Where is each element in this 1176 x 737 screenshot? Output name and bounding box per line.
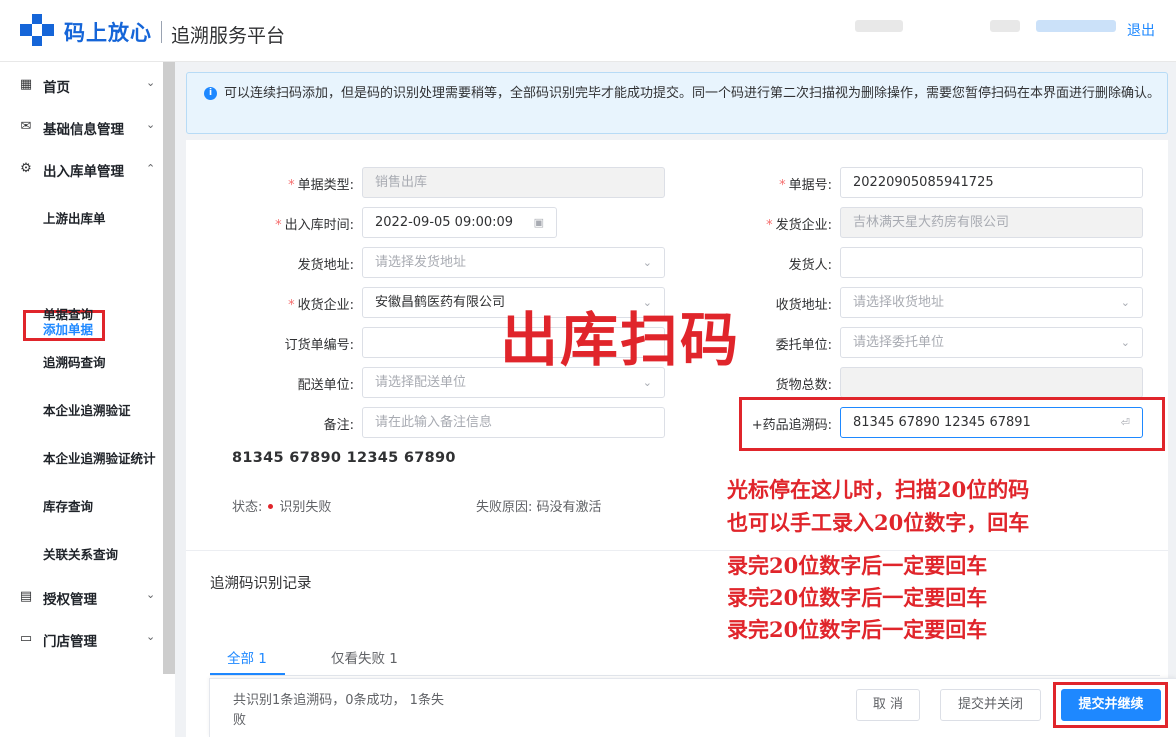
order-no-label: 订货单编号:	[284, 338, 354, 353]
ship-company-input: 吉林满天星大药房有限公司	[840, 207, 1143, 238]
sidebar-item-label: 出入库单管理	[43, 164, 124, 180]
tab-active-indicator	[210, 673, 285, 675]
delivery-label: 配送单位:	[297, 378, 354, 393]
annotation-title: 出库扫码	[500, 306, 741, 374]
sidebar-subitem-verify[interactable]: 本企业追溯验证	[43, 400, 131, 419]
sidebar-item-home[interactable]: ▦ 首页 ⌄	[0, 70, 163, 100]
tab-all[interactable]: 全部 1	[227, 647, 267, 667]
user-company-blurred	[855, 20, 903, 32]
sidebar-item-auth[interactable]: ▤ 授权管理 ⌄	[0, 582, 163, 612]
submit-close-button[interactable]: 提交并关闭	[940, 689, 1041, 721]
logo-icon	[20, 14, 54, 48]
tab-failed-only[interactable]: 仅看失败 1	[331, 647, 398, 667]
remark-label: 备注:	[323, 418, 354, 433]
annotation-line: 录完20位数字后一定要回车	[727, 553, 988, 578]
sidebar-item-store[interactable]: ▭ 门店管理 ⌄	[0, 624, 163, 654]
total-input	[840, 367, 1143, 398]
sidebar: ▦ 首页 ⌄ ✉ 基础信息管理 ⌄ ⚙ 出入库单管理 ⌃ 上游出库单 添加单据 …	[0, 62, 163, 737]
scan-status: 状态: 识别失败	[232, 500, 332, 515]
logout-link[interactable]: 退出	[1127, 20, 1155, 40]
document-icon: ▤	[19, 589, 33, 604]
chevron-up-icon: ⌃	[146, 162, 156, 175]
recv-address-select[interactable]: 请选择收货地址 ⌄	[840, 287, 1143, 318]
annotation-line: 录完20位数字后一定要回车	[727, 617, 988, 642]
shipper-label: 发货人:	[788, 258, 832, 273]
sidebar-subitem-verify-stats[interactable]: 本企业追溯验证统计	[43, 448, 156, 467]
submit-continue-button[interactable]: 提交并继续	[1061, 689, 1161, 721]
chevron-down-icon: ⌄	[146, 118, 156, 131]
status-dot-icon	[268, 504, 274, 509]
sidebar-subitem-stock[interactable]: 库存查询	[43, 496, 93, 515]
sidebar-item-inout[interactable]: ⚙ 出入库单管理 ⌃	[0, 154, 163, 184]
sidebar-item-basic-info[interactable]: ✉ 基础信息管理 ⌄	[0, 112, 163, 142]
scan-summary: 共识别1条追溯码，0条成功， 1条失败	[233, 693, 444, 728]
gear-icon: ⚙	[20, 161, 32, 176]
calendar-icon: ▣	[533, 216, 544, 229]
action-footer: 共识别1条追溯码，0条成功， 1条失败 取 消 提交并关闭 提交并继续	[209, 678, 1176, 737]
doc-type-select: 销售出库	[362, 167, 665, 198]
shipper-input[interactable]	[840, 247, 1143, 278]
info-alert: i 可以连续扫码添加，但是码的识别处理需要稍等，全部码识别完毕才能成功提交。同一…	[186, 72, 1168, 134]
sidebar-subitem-doc-query[interactable]: 单据查询	[43, 304, 93, 323]
sidebar-item-label: 授权管理	[43, 592, 97, 608]
records-title: 追溯码识别记录	[210, 576, 312, 592]
annotation-line: 也可以手工录入20位数字，回车	[727, 510, 1030, 535]
brand-name: 码上放心	[64, 21, 152, 45]
user-phone-blurred	[1036, 20, 1116, 32]
trace-code-highlight	[739, 397, 1165, 451]
sidebar-item-label: 门店管理	[43, 634, 97, 650]
recv-company-label: * 收货企业:	[288, 298, 354, 313]
remark-input[interactable]: 请在此输入备注信息	[362, 407, 665, 438]
chevron-down-icon: ⌄	[1120, 296, 1130, 309]
total-label: 货物总数:	[775, 378, 832, 393]
ship-address-label: 发货地址:	[297, 258, 354, 273]
top-header: 码上放心 追溯服务平台 退出	[0, 0, 1176, 62]
app-window: 码上放心 追溯服务平台 退出 ▦ 首页 ⌄ ✉ 基础信息管理 ⌄ ⚙ 出入库单管…	[0, 0, 1176, 737]
folder-icon: ▭	[19, 631, 33, 646]
chevron-down-icon: ⌄	[146, 588, 156, 601]
ship-company-label: * 发货企业:	[766, 218, 832, 233]
io-time-label: * 出入库时间:	[275, 218, 354, 233]
annotation-line: 录完20位数字后一定要回车	[727, 585, 988, 610]
recv-address-label: 收货地址:	[775, 298, 832, 313]
user-label-blurred	[990, 20, 1020, 32]
entrust-select[interactable]: 请选择委托单位 ⌄	[840, 327, 1143, 358]
sidebar-subitem-trace-query[interactable]: 追溯码查询	[43, 352, 106, 371]
sidebar-scrollbar[interactable]	[163, 62, 175, 674]
info-icon: i	[204, 87, 217, 100]
sidebar-subitem-relation[interactable]: 关联关系查询	[43, 544, 118, 563]
alert-text: 可以连续扫码添加，但是码的识别处理需要稍等，全部码识别完毕才能成功提交。同一个码…	[224, 86, 1161, 101]
chevron-down-icon: ⌄	[146, 76, 156, 89]
brand-divider	[161, 21, 162, 43]
chevron-down-icon: ⌄	[642, 256, 652, 269]
sidebar-item-label: 首页	[43, 80, 70, 96]
mail-icon: ✉	[20, 119, 32, 134]
entrust-label: 委托单位:	[775, 338, 832, 353]
sidebar-item-label: 基础信息管理	[43, 122, 124, 138]
sidebar-subitem-upstream[interactable]: 上游出库单	[43, 208, 106, 227]
grid-icon: ▦	[19, 77, 33, 92]
io-time-picker[interactable]: 2022-09-05 09:00:09 ▣	[362, 207, 557, 238]
platform-title: 追溯服务平台	[171, 25, 286, 47]
chevron-down-icon: ⌄	[1120, 336, 1130, 349]
ship-address-select[interactable]: 请选择发货地址 ⌄	[362, 247, 665, 278]
cancel-button[interactable]: 取 消	[856, 689, 920, 721]
doc-no-label: * 单据号:	[779, 178, 832, 193]
doc-no-input[interactable]: 20220905085941725	[840, 167, 1143, 198]
annotation-line: 光标停在这儿时，扫描20位的码	[727, 477, 1030, 502]
scan-fail-reason: 失败原因: 码没有激活	[476, 500, 602, 515]
chevron-down-icon: ⌄	[146, 630, 156, 643]
tab-baseline	[210, 675, 1160, 676]
scanned-code: 81345 67890 12345 67890	[232, 450, 456, 466]
doc-type-label: * 单据类型:	[288, 178, 354, 193]
